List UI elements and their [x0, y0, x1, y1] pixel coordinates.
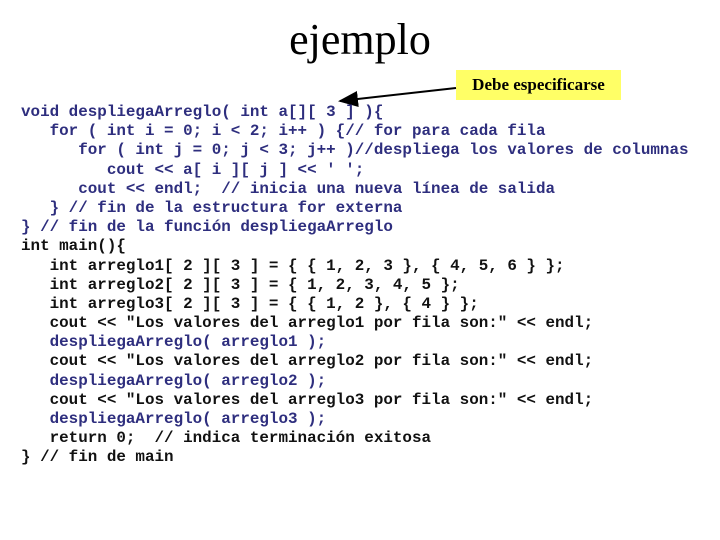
slide-title: ejemplo — [289, 15, 431, 64]
code-line: } // fin de la estructura for externa — [21, 198, 403, 217]
code-line: for ( int j = 0; j < 3; j++ )//despliega… — [21, 141, 689, 160]
code-line: despliegaArreglo( arreglo2 ); — [21, 371, 327, 390]
code-line: int main(){ — [21, 237, 126, 256]
code-line: cout << endl; // inicia una nueva línea … — [21, 179, 556, 198]
code-line: void despliegaArreglo( int a[][ 3 ] ){ — [21, 103, 384, 121]
code-line: int arreglo3[ 2 ][ 3 ] = { { 1, 2 }, { 4… — [21, 294, 479, 313]
code-line: cout << "Los valores del arreglo3 por fi… — [21, 390, 594, 409]
callout-note: Debe especificarse — [456, 70, 621, 100]
code-line: int arreglo2[ 2 ][ 3 ] = { 1, 2, 3, 4, 5… — [21, 275, 460, 294]
code-line: despliegaArreglo( arreglo1 ); — [21, 333, 327, 352]
code-line: cout << a[ i ][ j ] << ' '; — [21, 160, 365, 179]
callout-arrow-line — [338, 87, 457, 107]
code-line: cout << "Los valores del arreglo2 por fi… — [21, 352, 594, 371]
code-line: return 0; // indica terminación exitosa — [21, 429, 432, 448]
code-block: void despliegaArreglo( int a[][ 3 ] ){ f… — [21, 103, 689, 468]
code-line: cout << "Los valores del arreglo1 por fi… — [21, 314, 594, 333]
code-line: } // fin de la función despliegaArreglo — [21, 218, 393, 237]
code-line: } // fin de main — [21, 448, 174, 467]
code-line: for ( int i = 0; i < 2; i++ ) {// for pa… — [21, 122, 546, 141]
code-line: despliegaArreglo( arreglo3 ); — [21, 410, 327, 428]
code-line: int arreglo1[ 2 ][ 3 ] = { { 1, 2, 3 }, … — [21, 256, 565, 275]
